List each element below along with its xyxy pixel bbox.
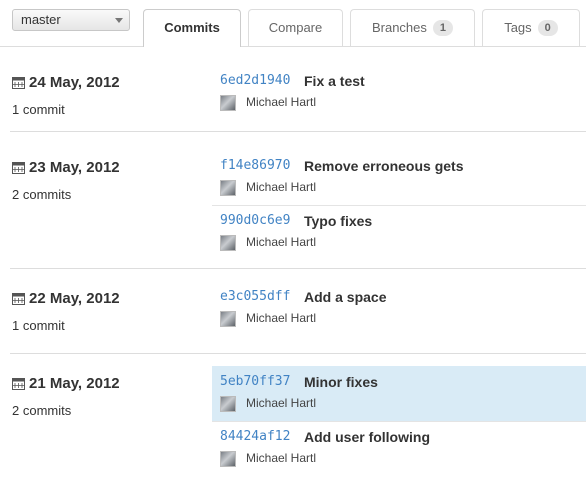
day-commit-count: 1 commit [12,318,65,333]
commit-message[interactable]: Add a space [304,289,386,305]
branch-select-label: master [21,12,61,27]
commit-divider [212,205,586,206]
day-date: 24 May, 2012 [12,74,120,91]
day-date-text: 22 May, 2012 [29,290,120,307]
commit-sha-link[interactable]: 990d0c6e9 [220,213,290,228]
tab-divider [0,46,586,47]
calendar-icon [12,77,25,89]
branch-select[interactable]: master [12,9,130,31]
commit-message[interactable]: Minor fixes [304,374,378,390]
day-date-text: 21 May, 2012 [29,375,120,392]
avatar[interactable] [220,95,236,111]
avatar[interactable] [220,396,236,412]
day-separator [10,131,586,132]
commit-author[interactable]: Michael Hartl [246,311,316,325]
day-date: 23 May, 2012 [12,159,120,176]
tab-commits-label: Commits [164,20,220,35]
commit-row[interactable]: 84424af12 Add user following Michael Har… [212,423,586,478]
commit-sha-link[interactable]: 5eb70ff37 [220,374,290,389]
day-date: 21 May, 2012 [12,375,120,392]
tab-branches[interactable]: Branches 1 [350,9,475,46]
tab-tags[interactable]: Tags 0 [482,9,580,46]
chevron-down-icon [115,18,123,23]
day-date-text: 23 May, 2012 [29,159,120,176]
commit-author[interactable]: Michael Hartl [246,180,316,194]
commit-row[interactable]: f14e86970 Remove erroneous gets Michael … [212,152,586,207]
commit-message[interactable]: Typo fixes [304,213,372,229]
tags-count-badge: 0 [537,20,558,36]
commit-author[interactable]: Michael Hartl [246,95,316,109]
commit-sha-link[interactable]: 6ed2d1940 [220,73,290,88]
commit-divider [212,421,586,422]
calendar-icon [12,162,25,174]
day-date: 22 May, 2012 [12,290,120,307]
commit-message[interactable]: Remove erroneous gets [304,158,464,174]
commit-row[interactable]: 6ed2d1940 Fix a test Michael Hartl [212,67,586,122]
commit-sha-link[interactable]: f14e86970 [220,158,290,173]
branches-count-badge: 1 [432,20,454,36]
commit-row-highlighted[interactable]: 5eb70ff37 Minor fixes Michael Hartl [212,366,586,421]
avatar[interactable] [220,180,236,196]
tab-compare[interactable]: Compare [248,9,343,46]
commit-message[interactable]: Add user following [304,429,430,445]
commit-author[interactable]: Michael Hartl [246,396,316,410]
commit-sha-link[interactable]: e3c055dff [220,289,290,304]
commit-author[interactable]: Michael Hartl [246,451,316,465]
commit-row[interactable]: e3c055dff Add a space Michael Hartl [212,283,586,338]
avatar[interactable] [220,451,236,467]
avatar[interactable] [220,311,236,327]
commit-author[interactable]: Michael Hartl [246,235,316,249]
commit-sha-link[interactable]: 84424af12 [220,429,290,444]
calendar-icon [12,293,25,305]
calendar-icon [12,378,25,390]
tab-branches-label: Branches [371,20,427,35]
avatar[interactable] [220,235,236,251]
day-separator [10,353,586,354]
tab-commits[interactable]: Commits [143,9,241,47]
commit-row[interactable]: 990d0c6e9 Typo fixes Michael Hartl [212,207,586,262]
commit-message[interactable]: Fix a test [304,73,365,89]
day-date-text: 24 May, 2012 [29,74,120,91]
day-commit-count: 1 commit [12,102,65,117]
day-commit-count: 2 commits [12,403,72,418]
tab-tags-label: Tags [504,20,532,35]
day-separator [10,268,586,269]
tab-compare-label: Compare [268,20,323,35]
day-commit-count: 2 commits [12,187,72,202]
